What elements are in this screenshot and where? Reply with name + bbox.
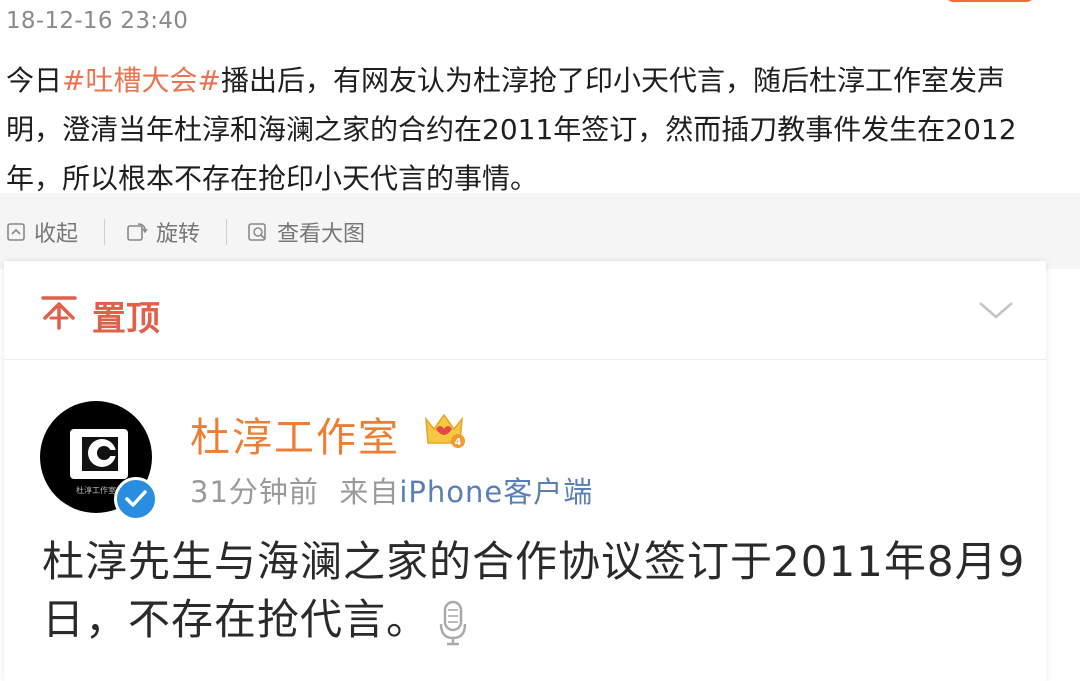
- view-large-button[interactable]: 查看大图: [247, 218, 366, 247]
- pin-label: 置顶: [92, 299, 160, 339]
- view-large-label: 查看大图: [277, 222, 366, 247]
- username[interactable]: 杜淳工作室: [190, 405, 400, 463]
- top-badge: [944, 0, 1036, 2]
- crown-level: 4: [455, 437, 462, 448]
- toolbar-divider: [226, 219, 227, 245]
- source-link[interactable]: iPhone客户端: [399, 475, 593, 509]
- post-meta: 31分钟前 来自iPhone客户端: [190, 469, 593, 511]
- pin-top-icon: [41, 296, 77, 330]
- weibo-body: 杜淳先生与海澜之家的合作协议签订于2011年8月9日，不存在抢代言。: [42, 537, 1026, 644]
- checkmark-icon: [125, 490, 147, 507]
- post-text-lead: 今日: [6, 64, 63, 97]
- hashtag-link[interactable]: #吐槽大会#: [62, 64, 221, 97]
- embedded-weibo-card: 置顶 杜淳工作室 杜淳工作室 4 31分钟前 来自iPhone客户端 杜淳先生与…: [4, 261, 1046, 681]
- collapse-icon: [7, 223, 25, 241]
- chevron-down-icon[interactable]: [976, 299, 1016, 321]
- verified-badge: [114, 477, 158, 521]
- weibo-text: 杜淳先生与海澜之家的合作协议签订于2011年8月9日，不存在抢代言。: [42, 533, 1042, 649]
- post-time: 31分钟前: [190, 475, 319, 509]
- post-text: 今日#吐槽大会#播出后，有网友认为杜淳抢了印小天代言，随后杜淳工作室发声明，澄清…: [6, 56, 1056, 203]
- rotate-label: 旋转: [156, 222, 201, 247]
- pin-header[interactable]: 置顶: [4, 261, 1046, 360]
- post-date: 18-12-16 23:40: [6, 8, 189, 34]
- source-prefix: 来自: [339, 475, 400, 509]
- rotate-icon: [127, 223, 148, 241]
- rotate-button[interactable]: 旋转: [126, 218, 201, 247]
- avatar-caption: 杜淳工作室: [76, 485, 116, 495]
- collapse-label: 收起: [34, 222, 79, 247]
- toolbar-divider: [104, 219, 105, 245]
- microphone-icon: [439, 600, 467, 645]
- crown-badge-icon: 4: [425, 413, 465, 448]
- collapse-button[interactable]: 收起: [6, 218, 79, 247]
- magnify-image-icon: [248, 223, 266, 241]
